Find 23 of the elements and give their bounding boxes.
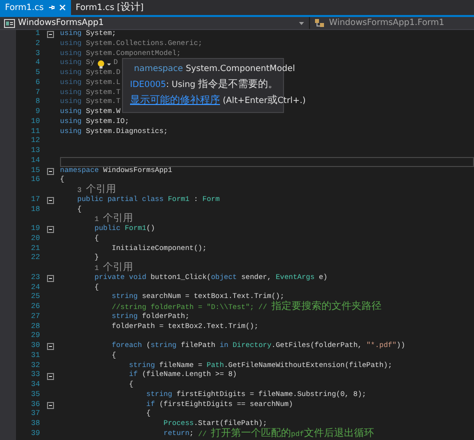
show-fixes-link[interactable]: 显示可能的修补程序 [130,96,220,106]
close-icon[interactable] [58,4,66,11]
collapse-icon[interactable] [46,168,54,175]
caret-icon [298,20,305,26]
type-dropdown[interactable]: WindowsFormsApp1.Form1 [310,17,474,29]
project-dropdown[interactable]: WindowsFormsApp1 [0,17,310,29]
class-icon [314,18,326,28]
diagnostic-id-link[interactable]: IDE0005 [130,80,166,90]
symbol-signature: namespace System.ComponentModel [134,63,296,75]
fix-hint: 显示可能的修补程序 (Alt+Enter或Ctrl+.) [130,95,306,107]
collapse-icon[interactable] [46,402,54,409]
collapse-icon[interactable] [46,343,54,350]
lightbulb-icon [96,60,112,69]
project-icon [4,18,15,28]
editor-tab[interactable]: Form1.cs [0,0,71,15]
collapse-icon[interactable] [46,372,54,380]
pin-icon [48,4,55,11]
collapse-icon[interactable] [46,226,54,234]
editor-tab[interactable]: Form1.cs [设计] [70,0,149,15]
collapse-icon[interactable] [46,31,54,38]
diagnostic-message: IDE0005: Using 指令是不需要的。 [130,79,278,91]
collapse-icon[interactable] [46,197,54,204]
collapse-icon[interactable] [46,275,54,282]
